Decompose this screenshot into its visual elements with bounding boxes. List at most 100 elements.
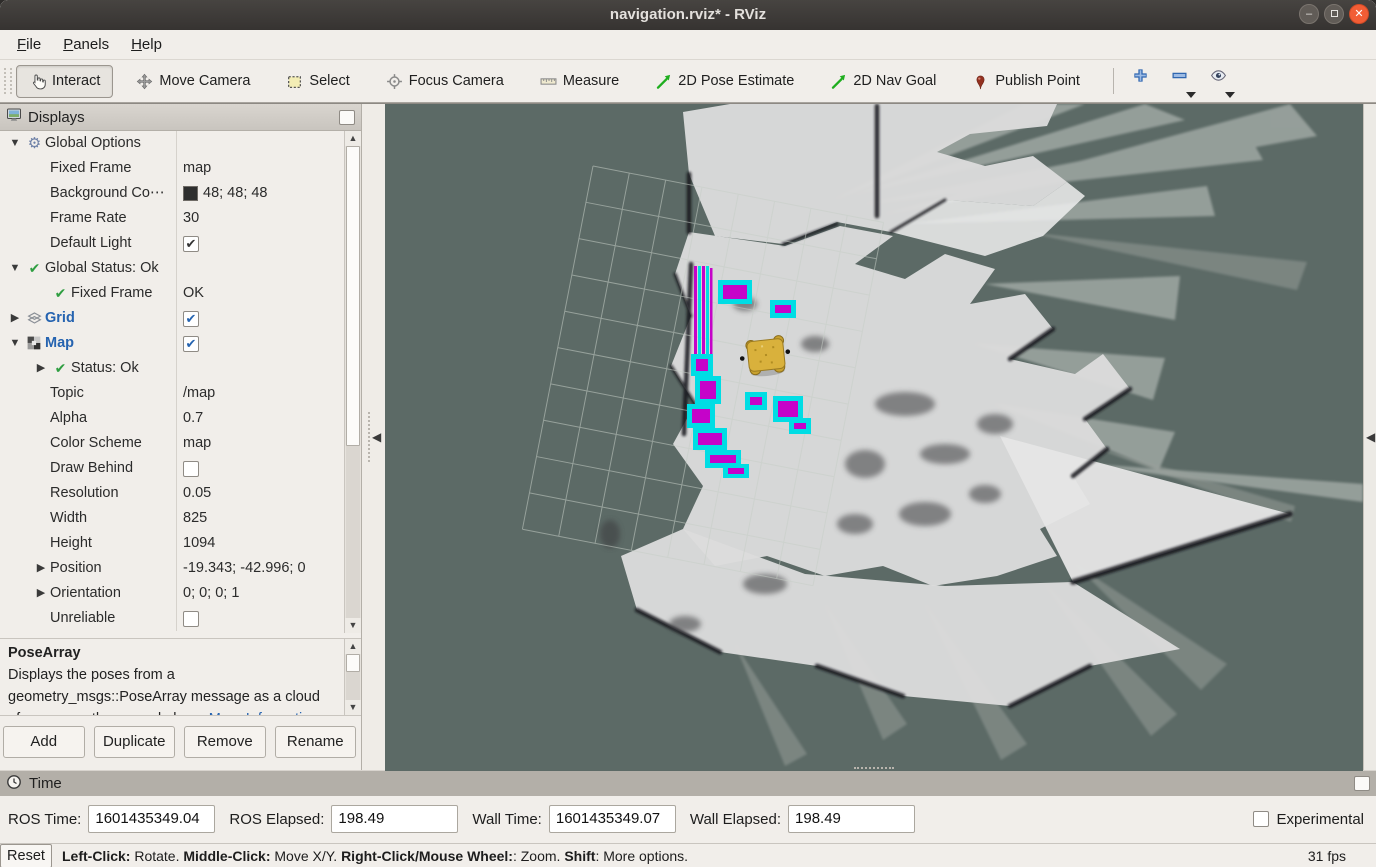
expand-arrow-icon[interactable]: ▶ <box>32 356 50 381</box>
remove-tool-button[interactable] <box>1163 63 1196 99</box>
menu-help[interactable]: Help <box>120 33 173 56</box>
maximize-button[interactable] <box>1324 4 1344 24</box>
tool-visibility-button[interactable] <box>1202 63 1235 99</box>
close-button[interactable]: ✕ <box>1349 4 1369 24</box>
wall-time-input[interactable]: 1601435349.07 <box>549 805 676 833</box>
tree-row-value[interactable]: OK <box>176 281 344 306</box>
panel-float-button[interactable] <box>339 110 355 125</box>
tree-row[interactable]: Resolution0.05 <box>0 481 344 506</box>
tree-row[interactable]: Fixed Framemap <box>0 156 344 181</box>
tool-select[interactable]: Select <box>273 65 362 98</box>
tree-row[interactable]: Unreliable <box>0 606 344 631</box>
tree-row-value[interactable]: 1094 <box>176 531 344 556</box>
more-information-link[interactable]: More Information <box>209 711 319 715</box>
tree-row-value[interactable]: 0.05 <box>176 481 344 506</box>
panel-splitter[interactable]: ◀ <box>362 104 385 770</box>
tree-row-value[interactable]: 825 <box>176 506 344 531</box>
tree-row-value[interactable]: map <box>176 156 344 181</box>
scroll-down-icon[interactable]: ▼ <box>345 700 361 715</box>
tree-row[interactable]: ▶Grid✔ <box>0 306 344 331</box>
scroll-up-icon[interactable]: ▲ <box>345 639 361 654</box>
tree-row-value[interactable]: /map <box>176 381 344 406</box>
menu-panels[interactable]: Panels <box>52 33 120 56</box>
displays-panel-header[interactable]: Displays <box>0 104 361 131</box>
tree-row-value[interactable] <box>176 606 344 631</box>
tree-row-value[interactable] <box>176 131 344 156</box>
tree-row-value[interactable]: 0.7 <box>176 406 344 431</box>
tool-focus-camera[interactable]: Focus Camera <box>373 65 517 98</box>
tree-row-value[interactable]: map <box>176 431 344 456</box>
scroll-thumb[interactable] <box>346 146 360 446</box>
tool-interact[interactable]: Interact <box>16 65 113 98</box>
title-bar[interactable]: navigation.rviz* - RViz –✕ <box>0 0 1376 30</box>
expand-arrow-icon[interactable]: ▶ <box>32 581 50 606</box>
rename-button[interactable]: Rename <box>275 726 357 758</box>
tree-row[interactable]: Width825 <box>0 506 344 531</box>
tree-row[interactable]: Default Light✔ <box>0 231 344 256</box>
description-scrollbar[interactable]: ▲ ▼ <box>344 639 361 715</box>
tree-row[interactable]: Topic/map <box>0 381 344 406</box>
checkbox[interactable] <box>1253 811 1269 827</box>
tree-row-value[interactable]: ✔ <box>176 306 344 331</box>
tree-row[interactable]: Alpha0.7 <box>0 406 344 431</box>
menu-file[interactable]: File <box>6 33 52 56</box>
tree-row[interactable]: Draw Behind <box>0 456 344 481</box>
add-button[interactable]: Add <box>3 726 85 758</box>
panel-float-button[interactable] <box>1354 776 1370 791</box>
minimize-button[interactable]: – <box>1299 4 1319 24</box>
toolbar-drag-handle[interactable] <box>4 68 12 94</box>
expand-arrow-icon[interactable]: ▼ <box>6 131 24 156</box>
checkbox[interactable] <box>183 611 199 627</box>
tree-row-value[interactable]: 0; 0; 0; 1 <box>176 581 344 606</box>
tree-row-value[interactable]: ✔ <box>176 231 344 256</box>
tree-row[interactable]: ▶✔Status: Ok <box>0 356 344 381</box>
expand-arrow-icon[interactable]: ▼ <box>6 331 24 356</box>
scroll-down-icon[interactable]: ▼ <box>345 618 361 633</box>
horizontal-splitter-handle[interactable] <box>854 767 894 769</box>
collapse-left-icon[interactable]: ◀ <box>372 430 381 444</box>
tree-row[interactable]: ▶Orientation0; 0; 0; 1 <box>0 581 344 606</box>
tree-row-value[interactable] <box>176 356 344 381</box>
ros-elapsed-input[interactable]: 198.49 <box>331 805 458 833</box>
scroll-thumb[interactable] <box>346 654 360 672</box>
tree-row[interactable]: ▼✔Global Status: Ok <box>0 256 344 281</box>
reset-button[interactable]: Reset <box>0 844 52 867</box>
expand-arrow-icon[interactable]: ▶ <box>32 556 50 581</box>
tree-row-value[interactable]: 48; 48; 48 <box>176 181 344 206</box>
tree-row-value[interactable] <box>176 456 344 481</box>
color-swatch[interactable] <box>183 186 198 201</box>
tree-row[interactable]: Height1094 <box>0 531 344 556</box>
add-tool-button[interactable] <box>1124 63 1157 99</box>
tool-2d-nav-goal[interactable]: 2D Nav Goal <box>817 65 949 98</box>
right-panel-strip[interactable]: ◀ <box>1363 104 1376 770</box>
scroll-up-icon[interactable]: ▲ <box>345 131 361 146</box>
tree-row-value[interactable]: 30 <box>176 206 344 231</box>
tree-row[interactable]: Color Schememap <box>0 431 344 456</box>
checkbox[interactable] <box>183 461 199 477</box>
expand-arrow-icon[interactable]: ▼ <box>6 256 24 281</box>
tree-row-value[interactable]: ✔ <box>176 331 344 356</box>
tree-row-value[interactable] <box>176 256 344 281</box>
remove-button[interactable]: Remove <box>184 726 266 758</box>
tree-row[interactable]: ✔Fixed FrameOK <box>0 281 344 306</box>
time-panel-header[interactable]: Time <box>0 770 1376 796</box>
dropdown-arrow-icon[interactable] <box>1186 92 1196 98</box>
tree-row-value[interactable]: -19.343; -42.996; 0 <box>176 556 344 581</box>
tree-row[interactable]: ▼Map✔ <box>0 331 344 356</box>
checkbox[interactable]: ✔ <box>183 336 199 352</box>
experimental-toggle[interactable]: Experimental <box>1253 811 1368 828</box>
tree-row[interactable]: Background Co⋯48; 48; 48 <box>0 181 344 206</box>
tool-move-camera[interactable]: Move Camera <box>123 65 263 98</box>
wall-elapsed-input[interactable]: 198.49 <box>788 805 915 833</box>
dropdown-arrow-icon[interactable] <box>1225 92 1235 98</box>
tree-row[interactable]: ▶Position-19.343; -42.996; 0 <box>0 556 344 581</box>
collapse-right-icon[interactable]: ◀ <box>1366 430 1375 444</box>
tree-row[interactable]: Frame Rate30 <box>0 206 344 231</box>
tree-row[interactable]: ▼⚙Global Options <box>0 131 344 156</box>
tool-publish-point[interactable]: Publish Point <box>959 65 1093 98</box>
displays-scrollbar[interactable]: ▲ ▼ <box>344 131 361 633</box>
checkbox[interactable]: ✔ <box>183 311 199 327</box>
ros-time-input[interactable]: 1601435349.04 <box>88 805 215 833</box>
tool-measure[interactable]: Measure <box>527 65 632 98</box>
render-viewport[interactable] <box>385 104 1363 771</box>
